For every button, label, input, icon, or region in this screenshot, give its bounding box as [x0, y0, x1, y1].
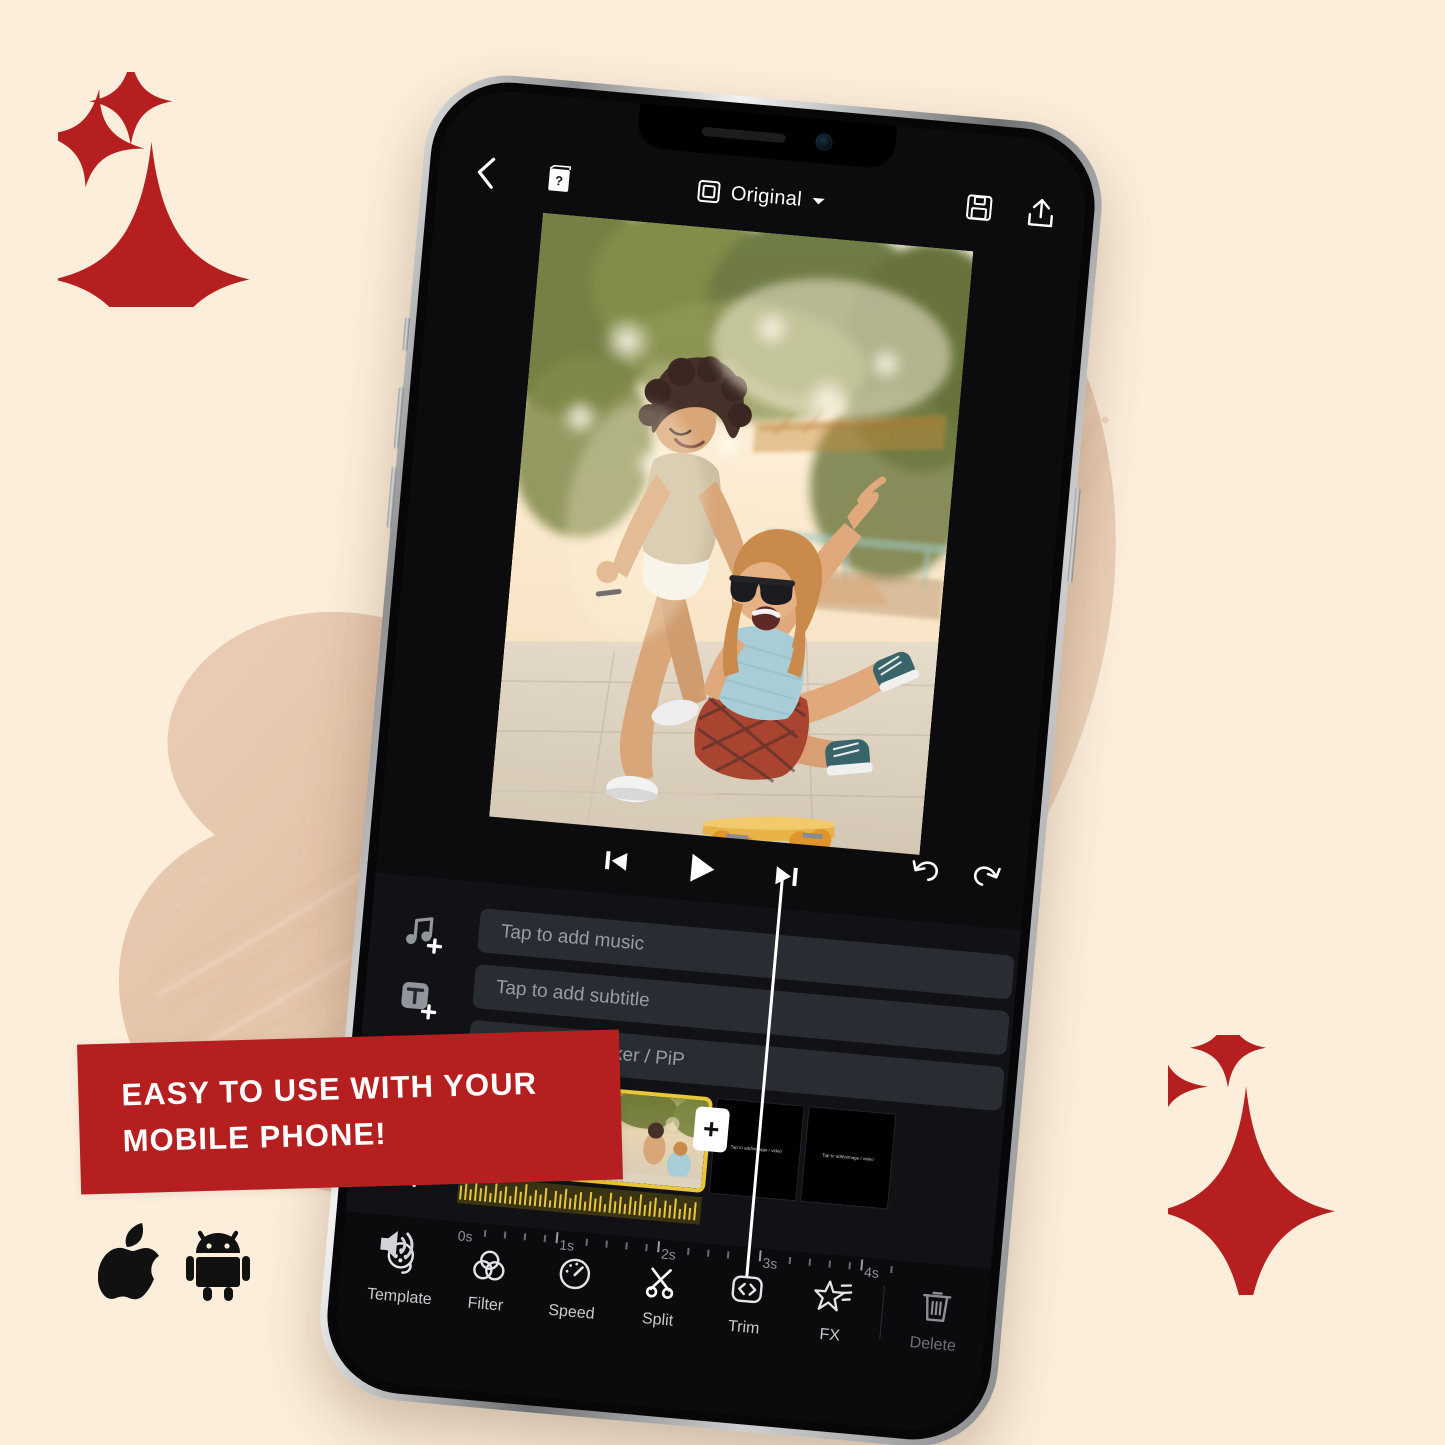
help-book-icon[interactable]: ? [543, 163, 576, 196]
volume-down-button[interactable] [386, 466, 397, 529]
play-icon[interactable] [682, 849, 721, 888]
toolbar-label-fx: FX [818, 1325, 841, 1345]
toolbar-divider [878, 1285, 885, 1340]
export-upload-icon[interactable] [1026, 197, 1057, 229]
add-music-icon[interactable] [400, 911, 449, 955]
toolbar-label-delete: Delete [908, 1333, 957, 1356]
phone-frame: ? Original Tap to add music Tap to add s… [313, 68, 1109, 1445]
save-floppy-icon[interactable] [964, 192, 994, 222]
aspect-ratio-icon [696, 179, 722, 205]
android-logo-icon[interactable] [186, 1223, 250, 1301]
empty-clip-label: Tap to add\nimage / video [822, 1152, 875, 1163]
aspect-ratio-selector[interactable]: Original [696, 179, 827, 214]
add-text-icon[interactable] [394, 977, 443, 1021]
video-editor-app: ? Original Tap to add music Tap to add s… [330, 85, 1092, 1437]
skip-previous-icon[interactable] [601, 846, 631, 876]
chevron-left-icon[interactable] [467, 154, 504, 191]
ruler-label-1s: 1s [558, 1236, 575, 1254]
ruler-label-3s: 3s [761, 1254, 779, 1272]
phone-mockup: ? Original Tap to add music Tap to add s… [313, 68, 1109, 1445]
svg-text:?: ? [554, 173, 563, 189]
volume-icon[interactable] [372, 1224, 421, 1266]
phone-bezel: ? Original Tap to add music Tap to add s… [320, 76, 1102, 1445]
top-bar-actions [964, 191, 1056, 229]
undo-icon[interactable] [909, 856, 941, 885]
promo-banner: EASY TO USE WITH YOUR MOBILE PHONE! [77, 1029, 623, 1195]
ruler-label-0s: 0s [457, 1227, 474, 1245]
preview-area [382, 199, 1082, 897]
chevron-down-icon [811, 196, 826, 207]
ruler-label-2s: 2s [660, 1245, 677, 1263]
music-track-placeholder: Tap to add music [500, 921, 646, 955]
ruler-label-4s: 4s [863, 1263, 880, 1281]
subtitle-track-placeholder: Tap to add subtitle [495, 976, 651, 1012]
toolbar-label-split: Split [641, 1310, 674, 1330]
apple-logo-icon[interactable] [98, 1222, 164, 1302]
toolbar-label-filter: Filter [466, 1294, 504, 1315]
skip-next-icon[interactable] [772, 861, 802, 891]
empty-clip-slot[interactable]: Tap to add\nimage / video [800, 1106, 897, 1210]
volume-up-button[interactable] [393, 386, 405, 449]
store-logos [98, 1222, 250, 1302]
aspect-ratio-label: Original [729, 182, 803, 211]
phone-screen: ? Original Tap to add music Tap to add s… [330, 85, 1092, 1437]
add-clip-right-button[interactable]: + [692, 1106, 731, 1153]
silent-switch[interactable] [402, 317, 411, 352]
sparkle-cluster-bottom-right [1112, 1007, 1418, 1336]
history-controls [909, 856, 1003, 890]
earpiece-speaker-icon [701, 126, 786, 143]
redo-icon[interactable] [971, 862, 1003, 891]
toolbar-label-trim: Trim [727, 1317, 761, 1338]
toolbar-label-speed: Speed [547, 1301, 596, 1323]
preview-frame-image [485, 212, 974, 897]
video-preview[interactable] [485, 212, 974, 897]
sparkle-cluster-top-left [39, 56, 288, 418]
power-button[interactable] [1067, 487, 1081, 584]
toolbar-label-template: Template [366, 1285, 433, 1309]
front-camera-icon [814, 132, 833, 151]
